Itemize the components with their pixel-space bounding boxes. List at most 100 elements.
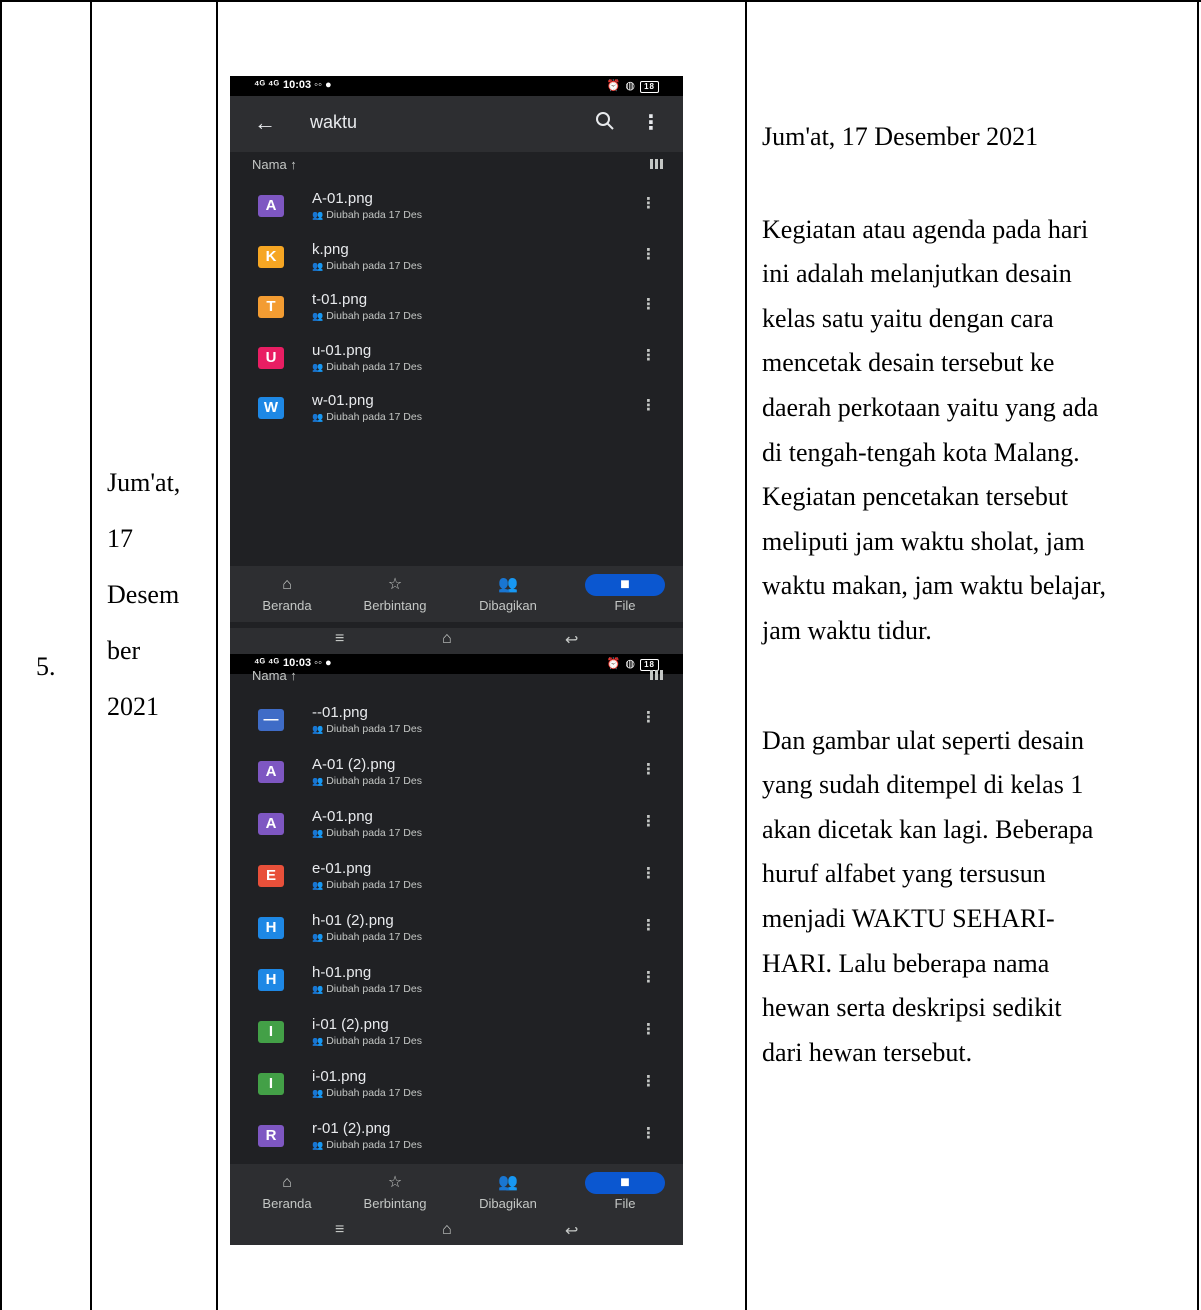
table-border-col3 [745,0,747,1310]
sort-by-name-button[interactable]: Nama ↑ [252,157,297,172]
file-name: k.png [312,240,349,258]
shared-icon: 👥 [312,984,324,994]
grid-view-icon[interactable] [650,670,663,680]
journal-line: Kegiatan atau agenda pada hari [762,214,1089,244]
file-row[interactable]: Hh-01.png 👥 Diubah pada 17 Des ⋮ [230,958,683,1010]
nav-files[interactable]: ■ File [570,1164,680,1211]
file-type-icon: A [258,813,284,835]
sort-by-name-button[interactable]: Nama ↑ [252,668,297,682]
search-icon[interactable] [593,109,617,133]
journal-date: Jum'at, 17 Desember 2021 [762,122,1039,151]
journal-line: hewan serta deskripsi sedikit [762,993,1062,1023]
file-more-icon[interactable]: ⋮ [641,812,656,830]
nav-home[interactable]: ⌂ Beranda [232,566,342,613]
recents-icon[interactable]: ≡ [335,630,344,648]
date-cell: Jum'at, 17 Desem ber 2021 [107,455,207,735]
shared-icon: 👥 [312,210,324,220]
table-border-col2 [216,0,218,1310]
file-meta: 👥 Diubah pada 17 Des [312,1087,422,1099]
file-name: A-01 (2).png [312,756,396,773]
file-meta: 👥 Diubah pada 17 Des [312,931,422,943]
file-name: i-01.png [312,1068,367,1085]
file-more-icon[interactable]: ⋮ [641,245,656,263]
file-more-icon[interactable]: ⋮ [641,295,656,313]
file-type-icon: R [258,1125,284,1147]
home-button-icon[interactable]: ⌂ [442,630,452,648]
file-name: A-01.png [312,190,373,207]
folder-title: waktu [310,112,358,132]
file-name: i-01 (2).png [312,1016,389,1033]
file-more-icon[interactable]: ⋮ [641,346,656,364]
nav-home[interactable]: ⌂ Beranda [232,1164,342,1211]
file-more-icon[interactable]: ⋮ [641,1124,656,1142]
journal-line: meliputi jam waktu sholat, jam [762,526,1085,556]
file-meta: 👥 Diubah pada 17 Des [312,723,422,735]
file-list: A A-01.png 👥 Diubah pada 17 Des ⋮ Kk.png 👥 Diub… [230,184,683,437]
back-arrow-icon[interactable]: ← [254,110,276,136]
file-name: w-01.png [312,392,374,409]
more-options-icon[interactable]: ⋮ [641,110,661,135]
recents-icon[interactable]: ≡ [335,1221,344,1239]
file-more-icon[interactable]: ⋮ [641,1020,656,1038]
file-row[interactable]: A A-01.png 👥 Diubah pada 17 Des ⋮ [230,184,683,235]
shared-icon: 👥 [312,1088,324,1098]
file-meta: 👥 Diubah pada 17 Des [312,209,422,221]
file-type-icon: T [258,296,284,318]
file-row[interactable]: Ii-01 (2).png 👥 Diubah pada 17 Des ⋮ [230,1010,683,1062]
file-name: u-01.png [312,341,372,359]
file-more-icon[interactable]: ⋮ [641,708,656,726]
nav-shared[interactable]: 👥 Dibagikan [453,566,563,613]
file-more-icon[interactable]: ⋮ [641,1072,656,1090]
nav-files[interactable]: ■ File [570,566,680,613]
file-more-icon[interactable]: ⋮ [641,396,656,414]
file-more-icon[interactable]: ⋮ [641,968,656,986]
table-border-right [1197,0,1199,1310]
file-more-icon[interactable]: ⋮ [641,916,656,934]
file-meta: 👥 Diubah pada 17 Des [312,827,422,839]
sort-bar: Nama ↑ [230,668,683,682]
file-row[interactable]: Ww-01.png 👥 Diubah pada 17 Des ⋮ [230,386,683,437]
file-more-icon[interactable]: ⋮ [641,760,656,778]
shared-icon: 👥 [312,412,324,422]
file-row[interactable]: Uu-01.png 👥 Diubah pada 17 Des ⋮ [230,336,683,387]
file-more-icon[interactable]: ⋮ [641,864,656,882]
file-row[interactable]: Ee-01.png 👥 Diubah pada 17 Des ⋮ [230,854,683,906]
grid-view-icon[interactable] [650,159,663,169]
nav-starred[interactable]: ☆ Berbintang [340,566,450,613]
back-button-icon[interactable]: ↩ [565,1221,578,1241]
date-line: ber [107,636,141,665]
star-icon: ☆ [387,576,403,593]
file-more-icon[interactable]: ⋮ [641,194,656,212]
shared-icon: 👥 [312,260,324,271]
file-meta: 👥 Diubah pada 17 Des [312,983,422,995]
file-type-icon: U [258,346,284,369]
phone-screenshot-scrolled-list: ⁴ᴳ ⁴ᴳ 10:03 ◦◦ ● ⏰ ◍ 18 Nama ↑ — --01.png 👥… [230,654,683,1245]
journal-line: Kegiatan pencetakan tersebut [762,482,1069,512]
file-row[interactable]: Tt-01.png 👥 Diubah pada 17 Des ⋮ [230,285,683,336]
file-name: t-01.png [312,291,368,308]
home-button-icon[interactable]: ⌂ [442,1221,452,1239]
file-row[interactable]: A A-01.png 👥 Diubah pada 17 Des ⋮ [230,802,683,854]
shared-icon: 👥 [312,311,324,321]
file-type-icon: E [258,865,284,887]
file-meta: 👥 Diubah pada 17 Des [312,1035,422,1047]
file-row[interactable]: Rr-01 (2).png 👥 Diubah pada 17 Des ⋮ [230,1114,683,1166]
back-button-icon[interactable]: ↩ [565,630,578,650]
file-row[interactable]: — --01.png 👥 Diubah pada 17 Des ⋮ [230,698,683,750]
nav-shared[interactable]: 👥 Dibagikan [453,1164,563,1211]
nav-starred[interactable]: ☆ Berbintang [340,1164,450,1211]
shared-icon: 👥 [312,361,324,372]
shared-icon: 👥 [312,932,324,942]
file-name: --01.png [312,704,368,721]
journal-line: mencetak desain tersebut ke [762,348,1055,378]
file-row[interactable]: Ii-01.png 👥 Diubah pada 17 Des ⋮ [230,1062,683,1114]
file-meta: 👥 Diubah pada 17 Des [312,310,422,322]
file-row[interactable]: A A-01 (2).png 👥 Diubah pada 17 Des ⋮ [230,750,683,802]
file-row[interactable]: Hh-01 (2).png 👥 Diubah pada 17 Des ⋮ [230,906,683,958]
file-name: h-01.png [312,964,372,981]
shared-icon: 👥 [312,724,324,734]
people-icon: 👥 [498,576,518,593]
bottom-navigation: ⌂ Beranda ☆ Berbintang 👥 Dibagikan ■ File [230,566,683,622]
file-row[interactable]: Kk.png 👥 Diubah pada 17 Des ⋮ [230,235,683,286]
file-type-icon: I [258,1073,284,1095]
